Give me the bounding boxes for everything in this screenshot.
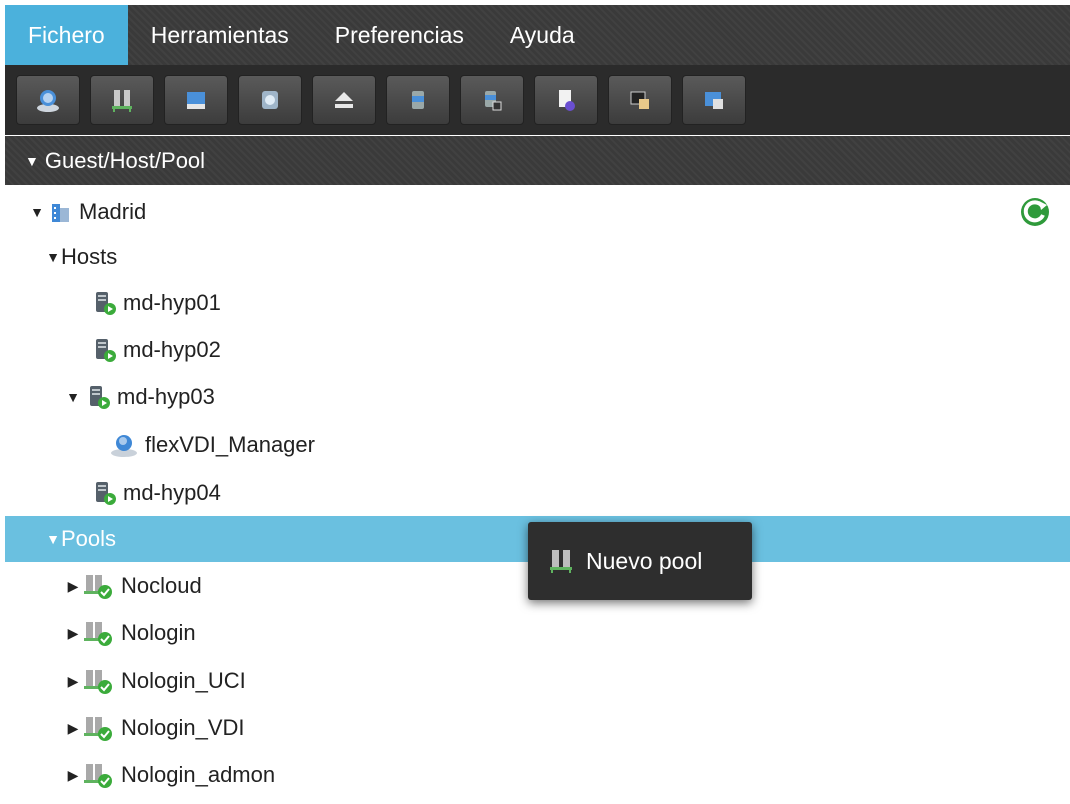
toolbar-button-eject[interactable] (312, 75, 376, 125)
menubar: Fichero Herramientas Preferencias Ayuda (5, 5, 1070, 65)
toolbar-button-storage[interactable] (386, 75, 450, 125)
expanded-triangle-icon: ▼ (46, 531, 60, 547)
expanded-triangle-icon: ▼ (46, 249, 60, 265)
context-menu-item-new-pool[interactable]: Nuevo pool (548, 547, 702, 575)
tree-node-label: Hosts (61, 244, 118, 269)
pool-icon (550, 550, 572, 573)
host-running-icon (96, 482, 116, 505)
toolbar-button-new-pool[interactable] (90, 75, 154, 125)
section-title: Guest/Host/Pool (44, 147, 206, 173)
desktop-user-icon (37, 90, 59, 112)
tree-node-pool[interactable]: ▶ Nologin (5, 610, 1070, 656)
menu-herramientas[interactable]: Herramientas (128, 5, 312, 65)
pool-active-icon (84, 622, 112, 646)
tree-node-pool[interactable]: ▶ Nologin_VDI (5, 705, 1070, 751)
toolbar-button-display[interactable] (164, 75, 228, 125)
collapse-triangle-icon: ▼ (25, 152, 39, 169)
tree-node-label: Nologin_admon (121, 762, 276, 787)
collapsed-triangle-icon: ▶ (67, 624, 79, 641)
storage-icon (412, 91, 424, 109)
tree-node-label: Nocloud (121, 573, 202, 598)
tree-node-label: Pools (61, 526, 117, 551)
tree-node-label: md-hyp03 (117, 384, 215, 409)
tree-node-site[interactable]: ▼ Madrid (5, 189, 1070, 235)
host-running-icon (96, 292, 116, 315)
collapsed-triangle-icon: ▶ (67, 672, 79, 689)
tree-node-label: Madrid (79, 199, 147, 224)
tree-node-label: flexVDI_Manager (145, 432, 315, 457)
collapsed-triangle-icon: ▶ (67, 719, 79, 736)
toolbar-button-window[interactable] (682, 75, 746, 125)
host-running-icon (96, 339, 116, 362)
toolbar-button-disk-image[interactable] (238, 75, 302, 125)
context-menu-label: Nuevo pool (586, 547, 703, 574)
building-icon (52, 204, 69, 222)
terminal-icon (630, 91, 649, 109)
tree-node-host[interactable]: md-hyp02 (5, 327, 1070, 373)
collapsed-triangle-icon: ▶ (67, 577, 79, 594)
collapsed-triangle-icon: ▶ (67, 766, 79, 783)
disk-image-icon (262, 91, 278, 109)
tree-node-label: Nologin_UCI (121, 668, 246, 693)
tree-node-label: md-hyp02 (123, 337, 221, 362)
tree-node-label: Nologin (121, 620, 196, 645)
document-icon (559, 90, 575, 111)
menu-ayuda[interactable]: Ayuda (487, 5, 598, 65)
expanded-triangle-icon: ▼ (30, 204, 44, 220)
pool-active-icon (84, 764, 112, 788)
tree-node-label: md-hyp04 (123, 480, 221, 505)
tree-node-hosts[interactable]: ▼ Hosts (5, 234, 1070, 280)
pool-icon (112, 90, 132, 112)
host-running-icon (90, 386, 110, 409)
menu-preferencias[interactable]: Preferencias (312, 5, 487, 65)
expanded-triangle-icon: ▼ (66, 389, 80, 405)
toolbar-button-document[interactable] (534, 75, 598, 125)
tree-node-guest[interactable]: flexVDI_Manager (5, 422, 1070, 468)
window-icon (705, 92, 723, 109)
toolbar-button-terminal[interactable] (608, 75, 672, 125)
toolbar (5, 65, 1070, 135)
refresh-icon[interactable] (1018, 195, 1052, 229)
tree-node-host[interactable]: md-hyp01 (5, 280, 1070, 326)
tree-node-pool[interactable]: ▶ Nologin_UCI (5, 658, 1070, 704)
desktop-user-icon (111, 435, 137, 457)
tree-node-label: Nologin_VDI (121, 715, 245, 740)
tree-node-label: md-hyp01 (123, 290, 221, 315)
display-icon (187, 92, 205, 109)
eject-icon (335, 92, 353, 108)
pool-active-icon (84, 717, 112, 741)
tree-node-host[interactable]: md-hyp04 (5, 470, 1070, 516)
menu-fichero[interactable]: Fichero (5, 5, 128, 65)
tree-node-pool[interactable]: ▶ Nologin_admon (5, 752, 1070, 798)
pool-active-icon (84, 575, 112, 599)
toolbar-button-new-desktop[interactable] (16, 75, 80, 125)
section-header[interactable]: ▼ Guest/Host/Pool (5, 136, 1070, 185)
context-menu: Nuevo pool (528, 522, 752, 600)
toolbar-button-storage-link[interactable] (460, 75, 524, 125)
storage-link-icon (485, 91, 502, 111)
pool-active-icon (84, 670, 112, 694)
tree-node-host[interactable]: ▼ md-hyp03 (5, 374, 1070, 420)
